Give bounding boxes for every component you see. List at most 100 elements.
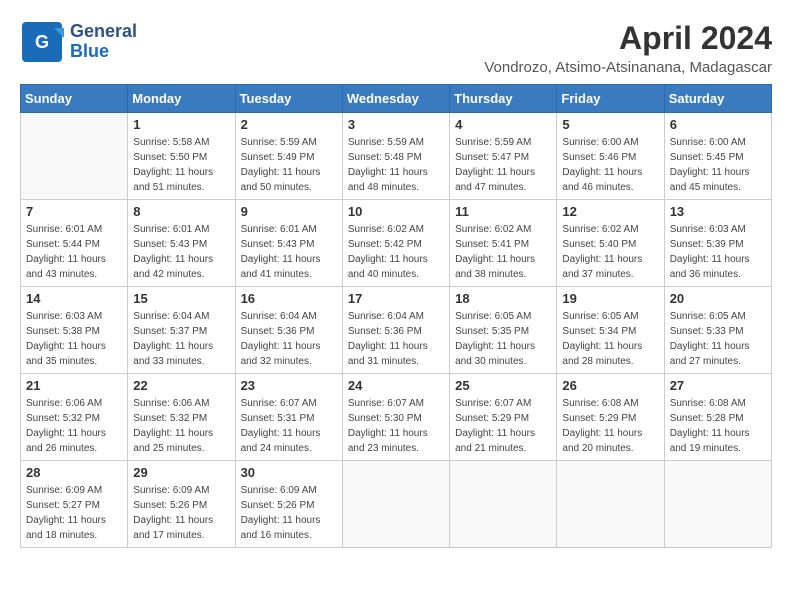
day-info: Sunrise: 6:08 AM Sunset: 5:28 PM Dayligh… — [670, 396, 766, 456]
daylight-hours: Daylight: 11 hours — [133, 515, 213, 526]
daylight-minutes: and 43 minutes. — [26, 269, 97, 280]
sunrise-time: Sunrise: 6:03 AM — [26, 311, 102, 322]
daylight-minutes: and 51 minutes. — [133, 182, 204, 193]
calendar-cell — [342, 461, 449, 548]
sunrise-time: Sunrise: 5:58 AM — [133, 137, 209, 148]
sunrise-time: Sunrise: 6:07 AM — [455, 398, 531, 409]
sunrise-time: Sunrise: 6:02 AM — [348, 224, 424, 235]
daylight-hours: Daylight: 11 hours — [670, 341, 750, 352]
daylight-hours: Daylight: 11 hours — [670, 167, 750, 178]
calendar-cell: 19 Sunrise: 6:05 AM Sunset: 5:34 PM Dayl… — [557, 287, 664, 374]
daylight-hours: Daylight: 11 hours — [670, 254, 750, 265]
day-info: Sunrise: 6:00 AM Sunset: 5:45 PM Dayligh… — [670, 135, 766, 195]
daylight-minutes: and 19 minutes. — [670, 443, 741, 454]
day-number: 7 — [26, 204, 122, 219]
day-info: Sunrise: 6:05 AM Sunset: 5:34 PM Dayligh… — [562, 309, 658, 369]
location: Vondrozo, Atsimo-Atsinanana, Madagascar — [484, 59, 772, 76]
calendar-cell: 24 Sunrise: 6:07 AM Sunset: 5:30 PM Dayl… — [342, 374, 449, 461]
sunrise-time: Sunrise: 6:04 AM — [241, 311, 317, 322]
daylight-minutes: and 37 minutes. — [562, 269, 633, 280]
day-number: 20 — [670, 291, 766, 306]
daylight-hours: Daylight: 11 hours — [455, 167, 535, 178]
calendar-cell: 26 Sunrise: 6:08 AM Sunset: 5:29 PM Dayl… — [557, 374, 664, 461]
sunset-time: Sunset: 5:26 PM — [133, 500, 207, 511]
day-info: Sunrise: 6:03 AM Sunset: 5:38 PM Dayligh… — [26, 309, 122, 369]
day-info: Sunrise: 6:07 AM Sunset: 5:31 PM Dayligh… — [241, 396, 337, 456]
calendar-header-row: SundayMondayTuesdayWednesdayThursdayFrid… — [21, 85, 772, 113]
day-number: 12 — [562, 204, 658, 219]
daylight-minutes: and 47 minutes. — [455, 182, 526, 193]
daylight-hours: Daylight: 11 hours — [241, 167, 321, 178]
daylight-minutes: and 46 minutes. — [562, 182, 633, 193]
sunset-time: Sunset: 5:29 PM — [455, 413, 529, 424]
sunset-time: Sunset: 5:36 PM — [348, 326, 422, 337]
daylight-hours: Daylight: 11 hours — [241, 428, 321, 439]
day-number: 26 — [562, 378, 658, 393]
calendar-cell: 8 Sunrise: 6:01 AM Sunset: 5:43 PM Dayli… — [128, 200, 235, 287]
calendar-cell: 9 Sunrise: 6:01 AM Sunset: 5:43 PM Dayli… — [235, 200, 342, 287]
daylight-hours: Daylight: 11 hours — [26, 428, 106, 439]
calendar-cell: 10 Sunrise: 6:02 AM Sunset: 5:42 PM Dayl… — [342, 200, 449, 287]
calendar-table: SundayMondayTuesdayWednesdayThursdayFrid… — [20, 84, 772, 548]
day-info: Sunrise: 6:09 AM Sunset: 5:26 PM Dayligh… — [241, 483, 337, 543]
day-number: 18 — [455, 291, 551, 306]
day-info: Sunrise: 6:05 AM Sunset: 5:33 PM Dayligh… — [670, 309, 766, 369]
calendar-cell: 23 Sunrise: 6:07 AM Sunset: 5:31 PM Dayl… — [235, 374, 342, 461]
day-info: Sunrise: 6:02 AM Sunset: 5:40 PM Dayligh… — [562, 222, 658, 282]
day-number: 22 — [133, 378, 229, 393]
calendar-week-row: 7 Sunrise: 6:01 AM Sunset: 5:44 PM Dayli… — [21, 200, 772, 287]
daylight-minutes: and 25 minutes. — [133, 443, 204, 454]
daylight-minutes: and 42 minutes. — [133, 269, 204, 280]
sunrise-time: Sunrise: 6:09 AM — [26, 485, 102, 496]
logo-blue: Blue — [70, 41, 109, 61]
logo-general: General — [70, 21, 137, 41]
sunset-time: Sunset: 5:26 PM — [241, 500, 315, 511]
daylight-minutes: and 45 minutes. — [670, 182, 741, 193]
daylight-minutes: and 20 minutes. — [562, 443, 633, 454]
daylight-minutes: and 32 minutes. — [241, 356, 312, 367]
sunrise-time: Sunrise: 6:02 AM — [562, 224, 638, 235]
calendar-cell: 27 Sunrise: 6:08 AM Sunset: 5:28 PM Dayl… — [664, 374, 771, 461]
day-number: 27 — [670, 378, 766, 393]
calendar-cell: 20 Sunrise: 6:05 AM Sunset: 5:33 PM Dayl… — [664, 287, 771, 374]
daylight-minutes: and 17 minutes. — [133, 530, 204, 541]
sunset-time: Sunset: 5:33 PM — [670, 326, 744, 337]
calendar-cell: 3 Sunrise: 5:59 AM Sunset: 5:48 PM Dayli… — [342, 113, 449, 200]
day-info: Sunrise: 6:04 AM Sunset: 5:36 PM Dayligh… — [348, 309, 444, 369]
sunset-time: Sunset: 5:32 PM — [26, 413, 100, 424]
sunrise-time: Sunrise: 6:01 AM — [26, 224, 102, 235]
daylight-minutes: and 28 minutes. — [562, 356, 633, 367]
sunset-time: Sunset: 5:40 PM — [562, 239, 636, 250]
daylight-hours: Daylight: 11 hours — [455, 341, 535, 352]
daylight-minutes: and 24 minutes. — [241, 443, 312, 454]
day-number: 1 — [133, 117, 229, 132]
weekday-header-sunday: Sunday — [21, 85, 128, 113]
sunrise-time: Sunrise: 5:59 AM — [455, 137, 531, 148]
day-number: 29 — [133, 465, 229, 480]
sunrise-time: Sunrise: 6:01 AM — [133, 224, 209, 235]
sunrise-time: Sunrise: 6:06 AM — [26, 398, 102, 409]
sunset-time: Sunset: 5:46 PM — [562, 152, 636, 163]
calendar-cell — [21, 113, 128, 200]
sunset-time: Sunset: 5:32 PM — [133, 413, 207, 424]
day-number: 10 — [348, 204, 444, 219]
sunrise-time: Sunrise: 5:59 AM — [348, 137, 424, 148]
calendar-cell: 18 Sunrise: 6:05 AM Sunset: 5:35 PM Dayl… — [450, 287, 557, 374]
day-info: Sunrise: 6:01 AM Sunset: 5:43 PM Dayligh… — [133, 222, 229, 282]
day-info: Sunrise: 6:09 AM Sunset: 5:27 PM Dayligh… — [26, 483, 122, 543]
sunrise-time: Sunrise: 6:04 AM — [133, 311, 209, 322]
daylight-hours: Daylight: 11 hours — [241, 254, 321, 265]
sunrise-time: Sunrise: 6:06 AM — [133, 398, 209, 409]
day-number: 9 — [241, 204, 337, 219]
day-info: Sunrise: 6:08 AM Sunset: 5:29 PM Dayligh… — [562, 396, 658, 456]
sunrise-time: Sunrise: 6:04 AM — [348, 311, 424, 322]
day-number: 8 — [133, 204, 229, 219]
calendar-cell: 5 Sunrise: 6:00 AM Sunset: 5:46 PM Dayli… — [557, 113, 664, 200]
day-number: 14 — [26, 291, 122, 306]
daylight-hours: Daylight: 11 hours — [562, 167, 642, 178]
sunset-time: Sunset: 5:48 PM — [348, 152, 422, 163]
sunrise-time: Sunrise: 6:08 AM — [562, 398, 638, 409]
sunrise-time: Sunrise: 6:01 AM — [241, 224, 317, 235]
daylight-hours: Daylight: 11 hours — [670, 428, 750, 439]
calendar-week-row: 14 Sunrise: 6:03 AM Sunset: 5:38 PM Dayl… — [21, 287, 772, 374]
